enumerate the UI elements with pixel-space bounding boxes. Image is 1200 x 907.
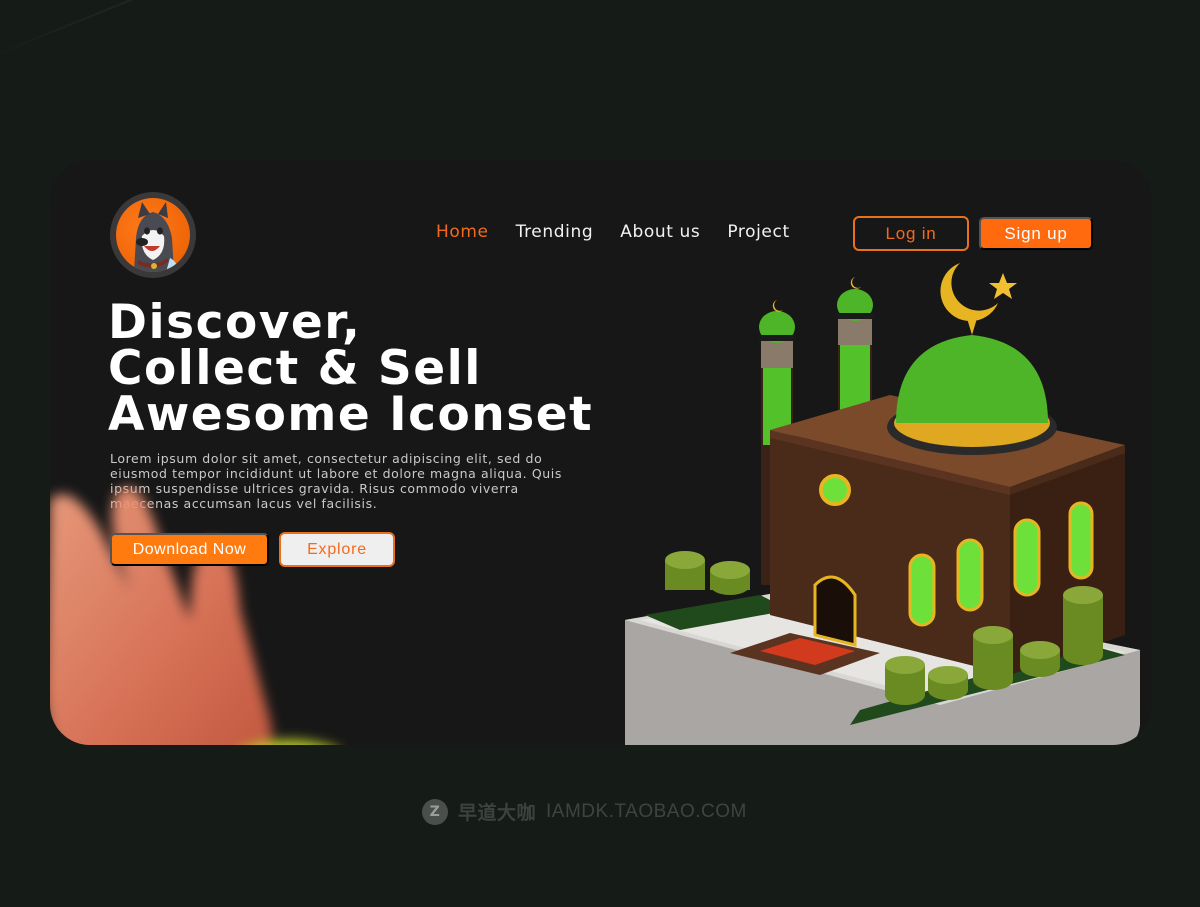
husky-dog-avatar-icon xyxy=(116,198,190,272)
explore-button[interactable]: Explore xyxy=(279,532,395,567)
nav-item-project[interactable]: Project xyxy=(727,222,789,242)
watermark-brand: 早道大咖 xyxy=(458,802,537,824)
hero-card: Home Trending About us Project Log in Si… xyxy=(50,160,1152,745)
3d-mosque-icon xyxy=(620,255,1152,745)
headline-line-2: Collect & Sell xyxy=(108,341,482,396)
blurred-hand-icon xyxy=(50,470,340,745)
headline-line-3: Awesome Iconset xyxy=(108,387,594,442)
headline-line-1: Discover, xyxy=(108,295,362,350)
nav-item-about-us[interactable]: About us xyxy=(620,222,700,242)
login-button[interactable]: Log in xyxy=(853,216,969,251)
main-nav: Home Trending About us Project xyxy=(436,222,817,242)
logo-avatar[interactable] xyxy=(110,192,196,278)
nav-item-home[interactable]: Home xyxy=(436,222,489,242)
signup-button[interactable]: Sign up xyxy=(979,217,1093,250)
nav-item-trending[interactable]: Trending xyxy=(516,222,594,242)
hero-headline: Discover, Collect & Sell Awesome Iconset xyxy=(108,295,594,442)
watermark-logo-icon: Z xyxy=(422,798,448,825)
watermark: Z 早道大咖 IAMDK.TAOBAO.COM xyxy=(422,798,747,825)
download-now-button[interactable]: Download Now xyxy=(110,533,269,566)
background-streak xyxy=(0,0,407,62)
watermark-url: IAMDK.TAOBAO.COM xyxy=(546,800,747,822)
